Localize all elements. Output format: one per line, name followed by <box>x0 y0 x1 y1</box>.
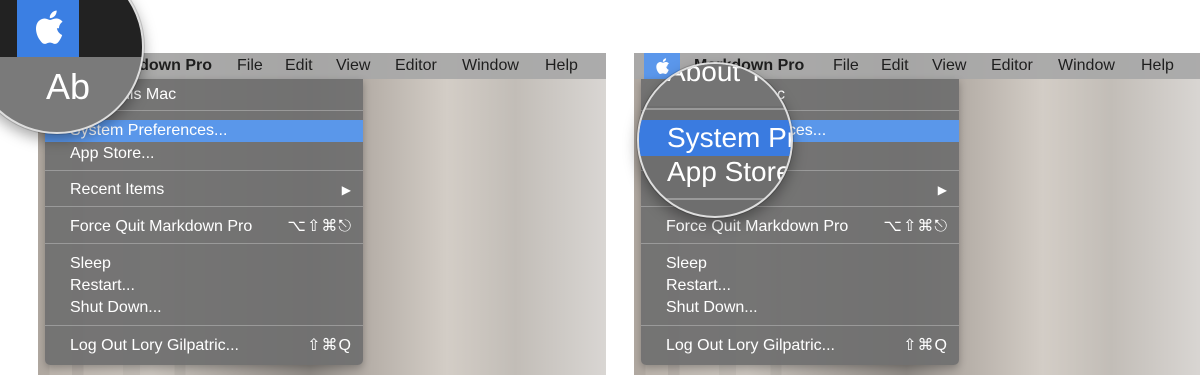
magnified-apple-button <box>17 0 79 57</box>
menu-separator <box>641 243 959 244</box>
menu-item-label: Sleep <box>70 255 111 272</box>
submenu-arrow-icon: ▶ <box>937 183 948 197</box>
menu-item-label: Shut Down... <box>70 299 162 316</box>
menu-item-label: Log Out Lory Gilpatric... <box>666 337 835 354</box>
menu-window[interactable]: Window <box>1058 57 1115 75</box>
menu-item-force-quit[interactable]: Force Quit Markdown Pro ⌥⇧⌘⎋ <box>45 216 363 238</box>
magnified-about-text: Ab <box>46 66 91 107</box>
menu-editor[interactable]: Editor <box>395 57 437 75</box>
menu-separator <box>45 206 363 207</box>
menu-item-label: Shut Down... <box>666 299 758 316</box>
menu-help[interactable]: Help <box>545 57 578 75</box>
menu-item-sleep[interactable]: Sleep <box>641 253 959 275</box>
menu-item-label: Log Out Lory Gilpatric... <box>70 337 239 354</box>
magnifier-circle-right: About Th System Pr App Store <box>637 62 793 218</box>
menu-edit[interactable]: Edit <box>881 57 909 75</box>
submenu-arrow-icon: ▶ <box>341 183 352 197</box>
shortcut-label: ⇧⌘Q <box>903 337 948 354</box>
menu-item-log-out[interactable]: Log Out Lory Gilpatric... ⇧⌘Q <box>641 335 959 357</box>
menu-item-label: App Store... <box>70 145 155 162</box>
menu-item-app-store[interactable]: App Store... <box>45 143 363 165</box>
menu-item-label: Restart... <box>70 277 135 294</box>
menu-separator <box>45 170 363 171</box>
shortcut-label: ⌥⇧⌘⎋ <box>287 218 352 235</box>
menu-edit[interactable]: Edit <box>285 57 313 75</box>
magnified-about-text: About Th <box>667 62 781 87</box>
menu-file[interactable]: File <box>237 57 263 75</box>
magnified-system-preferences-text: System Pr <box>667 122 793 153</box>
menu-item-shut-down[interactable]: Shut Down... <box>45 297 363 319</box>
menu-view[interactable]: View <box>932 57 966 75</box>
apple-logo-icon <box>36 10 63 44</box>
magnified-separator <box>639 198 791 200</box>
menu-window[interactable]: Window <box>462 57 519 75</box>
menu-item-restart[interactable]: Restart... <box>641 275 959 297</box>
menu-item-log-out[interactable]: Log Out Lory Gilpatric... ⇧⌘Q <box>45 335 363 357</box>
shortcut-label: ⌥⇧⌘⎋ <box>883 218 948 235</box>
menu-file[interactable]: File <box>833 57 859 75</box>
menu-item-label: Sleep <box>666 255 707 272</box>
menu-item-label: Restart... <box>666 277 731 294</box>
menu-help[interactable]: Help <box>1141 57 1174 75</box>
shortcut-label: ⇧⌘Q <box>307 337 352 354</box>
menu-item-sleep[interactable]: Sleep <box>45 253 363 275</box>
menu-view[interactable]: View <box>336 57 370 75</box>
menu-item-restart[interactable]: Restart... <box>45 275 363 297</box>
menu-item-label: Force Quit Markdown Pro <box>666 218 849 235</box>
menu-item-recent-items[interactable]: Recent Items ▶ <box>45 179 363 201</box>
menu-separator <box>45 243 363 244</box>
menu-item-force-quit[interactable]: Force Quit Markdown Pro ⌥⇧⌘⎋ <box>641 216 959 238</box>
magnified-app-store-text: App Store <box>667 156 792 187</box>
menu-separator <box>45 325 363 326</box>
menu-item-shut-down[interactable]: Shut Down... <box>641 297 959 319</box>
menu-item-label: Recent Items <box>70 181 165 198</box>
menu-editor[interactable]: Editor <box>991 57 1033 75</box>
menu-item-label: Force Quit Markdown Pro <box>70 218 253 235</box>
magnified-separator <box>639 108 791 110</box>
menu-separator <box>641 325 959 326</box>
